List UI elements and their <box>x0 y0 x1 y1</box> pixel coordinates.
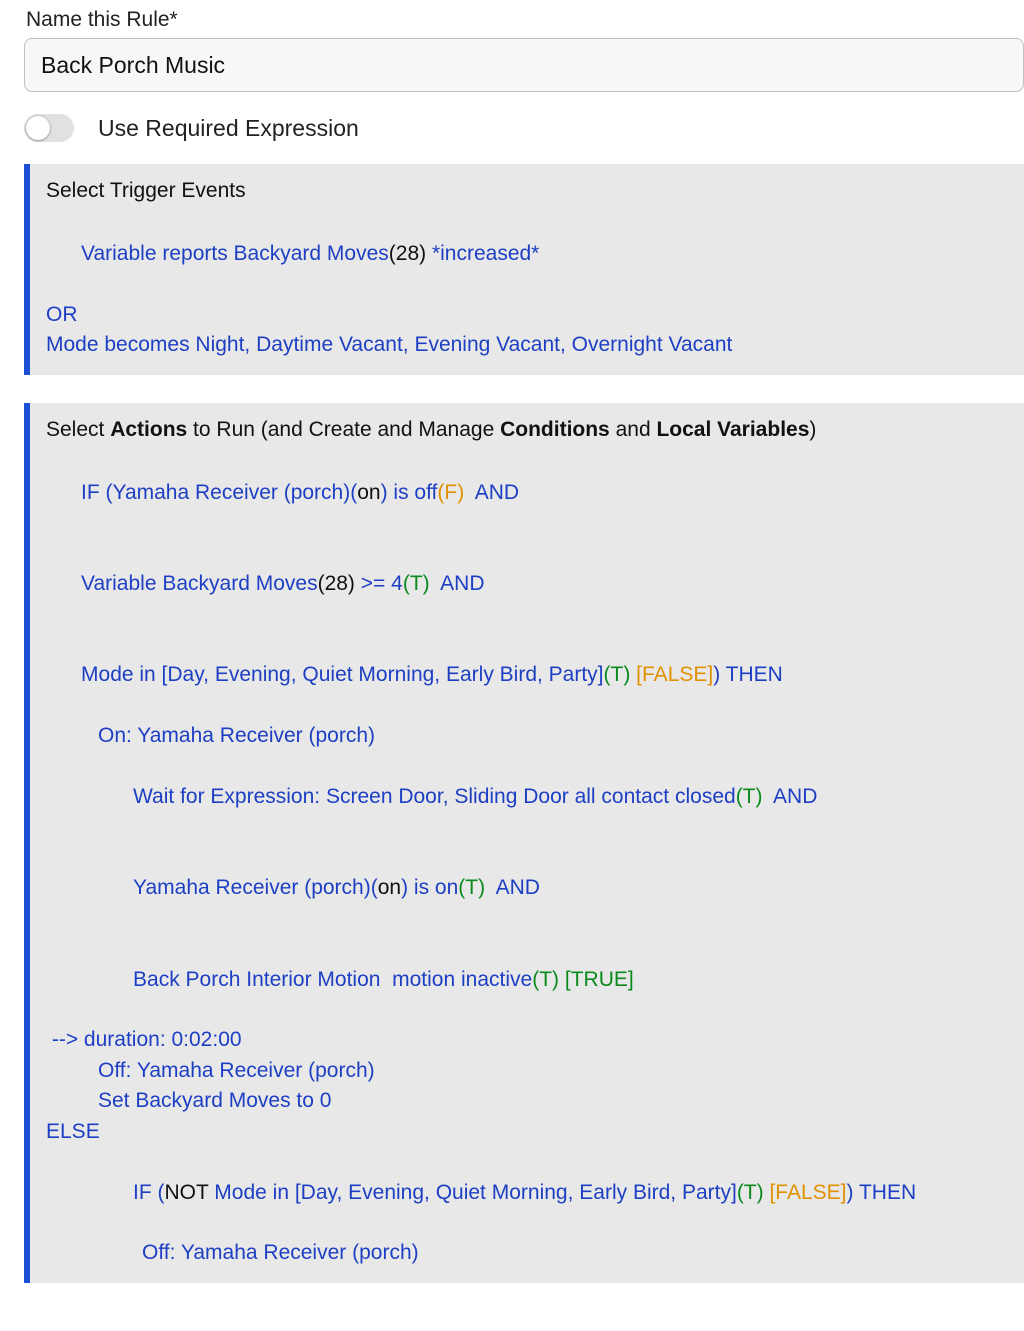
if2-and: AND <box>430 572 485 595</box>
nif-a: IF ( <box>133 1181 165 1204</box>
trigger-or: OR <box>46 300 1008 330</box>
trigger-line-2[interactable]: Mode becomes Night, Daytime Vacant, Even… <box>46 330 1008 360</box>
motion-tp: (T) <box>532 968 559 991</box>
nif-b: Mode in [Day, Evening, Quiet Morning, Ea… <box>208 1181 736 1204</box>
nif-false: [FALSE] <box>764 1181 847 1204</box>
triggers-panel[interactable]: Select Trigger Events Variable reports B… <box>24 164 1024 375</box>
wait-and: AND <box>763 785 818 808</box>
action-yr-on[interactable]: Yamaha Receiver (porch)(on) is on(T) AND <box>46 843 1008 934</box>
yron-a: Yamaha Receiver (porch)( <box>133 876 378 899</box>
rule-name-label: Name this Rule* <box>26 8 1024 32</box>
action-if-line-2[interactable]: Variable Backyard Moves(28) >= 4(T) AND <box>46 538 1008 629</box>
trigger-1-paren: (28) <box>389 242 426 265</box>
action-duration[interactable]: --> duration: 0:02:00 <box>46 1025 1008 1055</box>
if3-a: Mode in [Day, Evening, Quiet Morning, Ea… <box>81 663 604 686</box>
action-setvar[interactable]: Set Backyard Moves to 0 <box>46 1086 1008 1116</box>
actions-title-seg2: to Run (and Create and Manage <box>187 418 500 441</box>
yron-on: on <box>378 876 401 899</box>
toggle-knob <box>26 116 50 140</box>
wait-tp: (T) <box>736 785 763 808</box>
motion-true: [TRUE] <box>559 968 634 991</box>
actions-panel[interactable]: Select Actions to Run (and Create and Ma… <box>24 403 1024 1283</box>
actions-title-seg4: ) <box>809 418 816 441</box>
nif-then: ) THEN <box>847 1181 917 1204</box>
action-on[interactable]: On: Yamaha Receiver (porch) <box>46 721 1008 751</box>
trigger-line-1[interactable]: Variable reports Backyard Moves(28) *inc… <box>46 208 1008 299</box>
required-expression-toggle[interactable] <box>24 114 74 142</box>
if3-false: [FALSE] <box>630 663 713 686</box>
if2-a: Variable Backyard Moves <box>81 572 318 595</box>
if3-tp: (T) <box>604 663 631 686</box>
if1-a: IF (Yamaha Receiver (porch)( <box>81 481 357 504</box>
action-nested-off[interactable]: Off: Yamaha Receiver (porch) <box>46 1238 1008 1268</box>
wait-a: Wait for Expression: Screen Door, Slidin… <box>133 785 736 808</box>
if2-paren: (28) <box>318 572 355 595</box>
action-nested-if[interactable]: IF (NOT Mode in [Day, Evening, Quiet Mor… <box>46 1147 1008 1238</box>
yron-b: ) is on <box>401 876 458 899</box>
actions-title-seg3: and <box>610 418 657 441</box>
required-expression-label: Use Required Expression <box>98 115 359 142</box>
if1-and: AND <box>464 481 519 504</box>
trigger-1-prefix: Variable reports Backyard Moves <box>81 242 389 265</box>
nif-not: NOT <box>165 1181 209 1204</box>
actions-title-bold2: Conditions <box>500 418 610 441</box>
trigger-1-suffix: *increased* <box>426 242 539 265</box>
triggers-title: Select Trigger Events <box>46 176 1008 206</box>
action-motion[interactable]: Back Porch Interior Motion motion inacti… <box>46 934 1008 1025</box>
actions-title-bold3: Local Variables <box>656 418 809 441</box>
if2-tp: (T) <box>403 572 430 595</box>
action-else[interactable]: ELSE <box>46 1117 1008 1147</box>
actions-title-bold1: Actions <box>110 418 187 441</box>
yron-and: AND <box>485 876 540 899</box>
action-off[interactable]: Off: Yamaha Receiver (porch) <box>46 1056 1008 1086</box>
action-if-line-1[interactable]: IF (Yamaha Receiver (porch)(on) is off(F… <box>46 447 1008 538</box>
nif-tp: (T) <box>737 1181 764 1204</box>
yron-tp: (T) <box>458 876 485 899</box>
motion-a: Back Porch Interior Motion motion inacti… <box>133 968 532 991</box>
actions-title-seg1: Select <box>46 418 110 441</box>
action-if-line-3[interactable]: Mode in [Day, Evening, Quiet Morning, Ea… <box>46 630 1008 721</box>
if2-b: >= 4 <box>355 572 403 595</box>
rule-name-input[interactable] <box>24 38 1024 92</box>
actions-title: Select Actions to Run (and Create and Ma… <box>46 415 1008 445</box>
if1-b: ) is off <box>381 481 438 504</box>
action-wait[interactable]: Wait for Expression: Screen Door, Slidin… <box>46 751 1008 842</box>
if3-then: ) THEN <box>713 663 783 686</box>
if1-on: on <box>357 481 380 504</box>
if1-fp: (F) <box>437 481 464 504</box>
